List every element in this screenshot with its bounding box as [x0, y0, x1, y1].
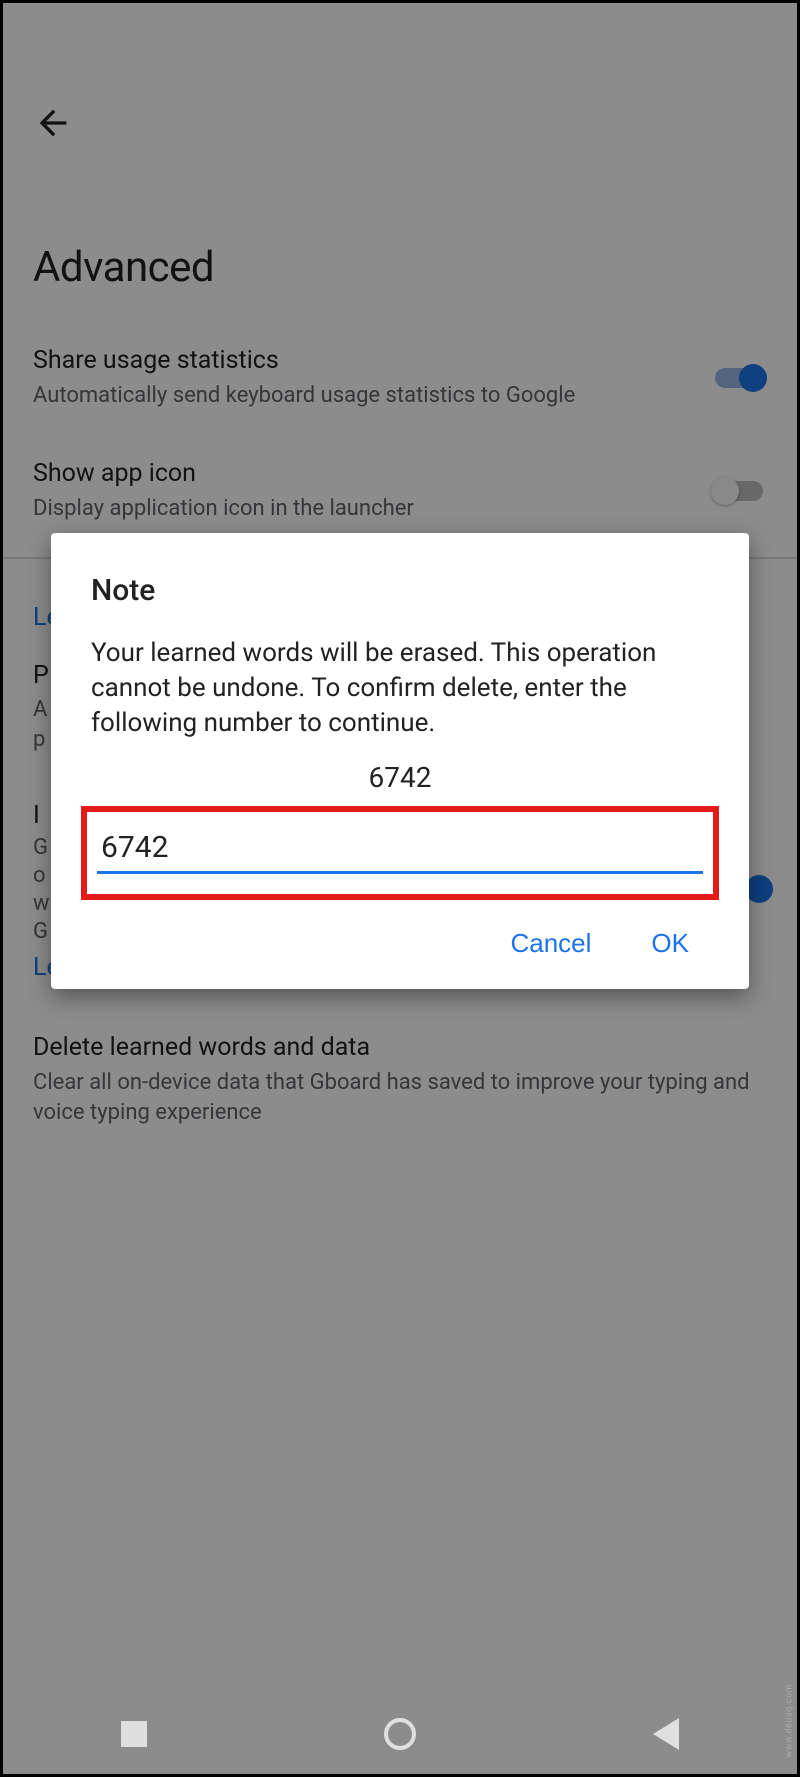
confirmation-number: 6742 [91, 761, 709, 794]
ok-button[interactable]: OK [651, 928, 689, 959]
nav-recents-icon[interactable] [121, 1721, 147, 1747]
watermark: www.deuaq.com [785, 1684, 795, 1758]
cancel-button[interactable]: Cancel [510, 928, 591, 959]
dialog-title: Note [91, 573, 709, 608]
confirmation-input[interactable] [97, 824, 703, 874]
input-highlight-annotation [81, 806, 719, 900]
android-navigation-bar [3, 1694, 797, 1774]
confirm-delete-dialog: Note Your learned words will be erased. … [51, 533, 749, 989]
nav-back-icon[interactable] [653, 1718, 679, 1750]
dialog-message: Your learned words will be erased. This … [91, 636, 709, 741]
nav-home-icon[interactable] [384, 1718, 416, 1750]
